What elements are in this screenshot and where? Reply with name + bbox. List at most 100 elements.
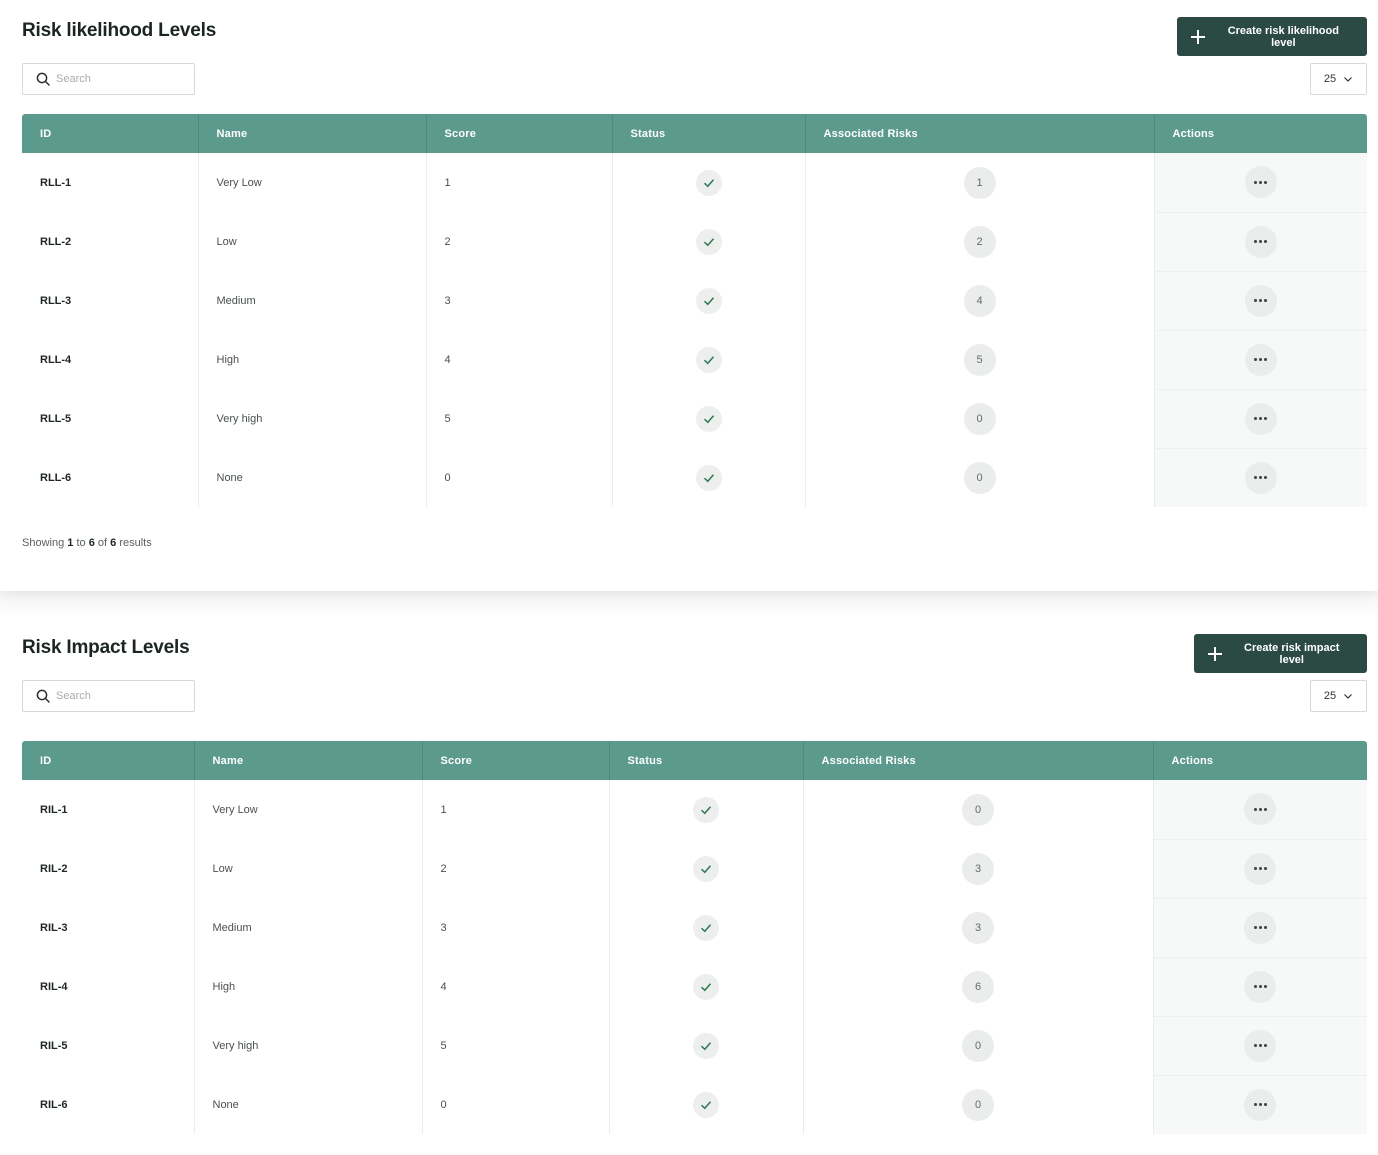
column-header-associated-risks[interactable]: Associated Risks <box>803 741 1154 780</box>
more-horizontal-icon[interactable] <box>1244 1029 1277 1062</box>
row-actions <box>1154 448 1367 507</box>
row-name: Low <box>194 839 423 898</box>
associated-risks-badge[interactable]: 2 <box>963 225 996 258</box>
row-score: 4 <box>422 957 610 1016</box>
row-status <box>612 448 806 507</box>
table-row[interactable]: RLL-2 Low 2 2 <box>22 212 1367 272</box>
page-title: Risk likelihood Levels <box>22 20 217 41</box>
column-header-score[interactable]: Score <box>426 114 613 153</box>
more-horizontal-icon[interactable] <box>1244 225 1277 258</box>
table-row[interactable]: RIL-2 Low 2 3 <box>22 839 1367 899</box>
row-associated-risks: 0 <box>803 1016 1154 1075</box>
likelihood-levels-section: Risk likelihood Levels Create risk likel… <box>0 0 1378 591</box>
row-name: None <box>198 448 427 507</box>
column-header-associated-risks[interactable]: Associated Risks <box>805 114 1155 153</box>
associated-risks-badge[interactable]: 0 <box>963 402 996 435</box>
more-horizontal-icon[interactable] <box>1244 793 1277 826</box>
row-score: 0 <box>426 448 613 507</box>
search-box[interactable] <box>22 680 195 712</box>
associated-risks-badge[interactable]: 1 <box>963 166 996 199</box>
table-row[interactable]: RLL-6 None 0 0 <box>22 448 1367 507</box>
check-icon <box>695 464 722 491</box>
row-status <box>612 153 806 212</box>
more-horizontal-icon[interactable] <box>1244 970 1277 1003</box>
row-actions <box>1153 898 1367 958</box>
chevron-down-icon <box>1344 77 1353 82</box>
more-horizontal-icon[interactable] <box>1244 284 1277 317</box>
column-header-name[interactable]: Name <box>194 741 423 780</box>
row-score: 2 <box>426 212 613 271</box>
table-row[interactable]: RIL-6 None 0 0 <box>22 1075 1367 1134</box>
row-actions <box>1153 957 1367 1017</box>
associated-risks-badge[interactable]: 4 <box>963 284 996 317</box>
more-horizontal-icon[interactable] <box>1244 1088 1277 1121</box>
impact-levels-table: ID Name Score Status Associated Risks Ac… <box>22 741 1367 1134</box>
row-name: Low <box>198 212 427 271</box>
row-id: RIL-1 <box>22 780 195 839</box>
row-name: High <box>198 330 427 389</box>
create-risk-impact-level-button[interactable]: Create risk impact level <box>1194 634 1367 673</box>
showing-from: 1 <box>67 537 74 549</box>
more-horizontal-icon[interactable] <box>1244 343 1277 376</box>
column-header-status[interactable]: Status <box>609 741 804 780</box>
associated-risks-badge[interactable]: 0 <box>962 793 994 826</box>
check-icon <box>695 287 722 314</box>
plus-icon <box>1208 646 1222 661</box>
row-score: 0 <box>422 1075 610 1134</box>
row-id: RLL-1 <box>22 153 199 212</box>
table-row[interactable]: RIL-3 Medium 3 3 <box>22 898 1367 958</box>
check-icon <box>693 855 719 882</box>
associated-risks-badge[interactable]: 0 <box>962 1029 994 1062</box>
search-input[interactable] <box>56 690 186 702</box>
more-horizontal-icon[interactable] <box>1244 402 1277 435</box>
table-row[interactable]: RIL-5 Very high 5 0 <box>22 1016 1367 1076</box>
row-score: 1 <box>422 780 610 839</box>
row-name: Very Low <box>198 153 427 212</box>
row-status <box>612 271 806 330</box>
associated-risks-badge[interactable]: 0 <box>962 1088 994 1121</box>
create-risk-likelihood-level-button[interactable]: Create risk likelihood level <box>1177 17 1367 56</box>
table-row[interactable]: RLL-1 Very Low 1 1 <box>22 153 1367 213</box>
row-status <box>609 1016 804 1075</box>
row-name: Medium <box>198 271 427 330</box>
showing-to: 6 <box>88 537 95 549</box>
row-name: Medium <box>194 898 423 957</box>
column-header-status[interactable]: Status <box>612 114 806 153</box>
associated-risks-badge[interactable]: 6 <box>962 970 994 1003</box>
table-header-row: ID Name Score Status Associated Risks Ac… <box>22 741 1367 780</box>
associated-risks-badge[interactable]: 0 <box>963 461 996 494</box>
check-icon <box>693 1091 719 1118</box>
more-horizontal-icon[interactable] <box>1244 166 1277 199</box>
showing-prefix: Showing <box>22 537 65 549</box>
associated-risks-badge[interactable]: 3 <box>962 852 994 885</box>
column-header-score[interactable]: Score <box>422 741 610 780</box>
row-associated-risks: 0 <box>805 389 1155 448</box>
row-name: None <box>194 1075 423 1134</box>
search-input[interactable] <box>56 73 186 85</box>
column-header-name[interactable]: Name <box>198 114 427 153</box>
row-status <box>609 1075 804 1134</box>
chevron-down-icon <box>1344 694 1353 699</box>
table-row[interactable]: RLL-3 Medium 3 4 <box>22 271 1367 331</box>
per-page-select[interactable]: 25 <box>1310 680 1367 712</box>
associated-risks-badge[interactable]: 5 <box>963 343 996 376</box>
table-row[interactable]: RLL-4 High 4 5 <box>22 330 1367 390</box>
check-icon <box>693 1032 719 1059</box>
column-header-id[interactable]: ID <box>22 114 199 153</box>
associated-risks-badge[interactable]: 3 <box>962 911 994 944</box>
more-horizontal-icon[interactable] <box>1244 461 1277 494</box>
search-box[interactable] <box>22 63 195 95</box>
more-horizontal-icon[interactable] <box>1244 911 1277 944</box>
row-id: RLL-6 <box>22 448 199 507</box>
table-row[interactable]: RLL-5 Very high 5 0 <box>22 389 1367 449</box>
table-row[interactable]: RIL-1 Very Low 1 0 <box>22 780 1367 840</box>
more-horizontal-icon[interactable] <box>1244 852 1277 885</box>
row-associated-risks: 0 <box>803 780 1154 839</box>
row-associated-risks: 4 <box>805 271 1155 330</box>
table-row[interactable]: RIL-4 High 4 6 <box>22 957 1367 1017</box>
row-associated-risks: 1 <box>805 153 1155 212</box>
column-header-id[interactable]: ID <box>22 741 195 780</box>
row-id: RLL-2 <box>22 212 199 271</box>
search-icon <box>36 689 50 703</box>
per-page-select[interactable]: 25 <box>1310 63 1367 95</box>
